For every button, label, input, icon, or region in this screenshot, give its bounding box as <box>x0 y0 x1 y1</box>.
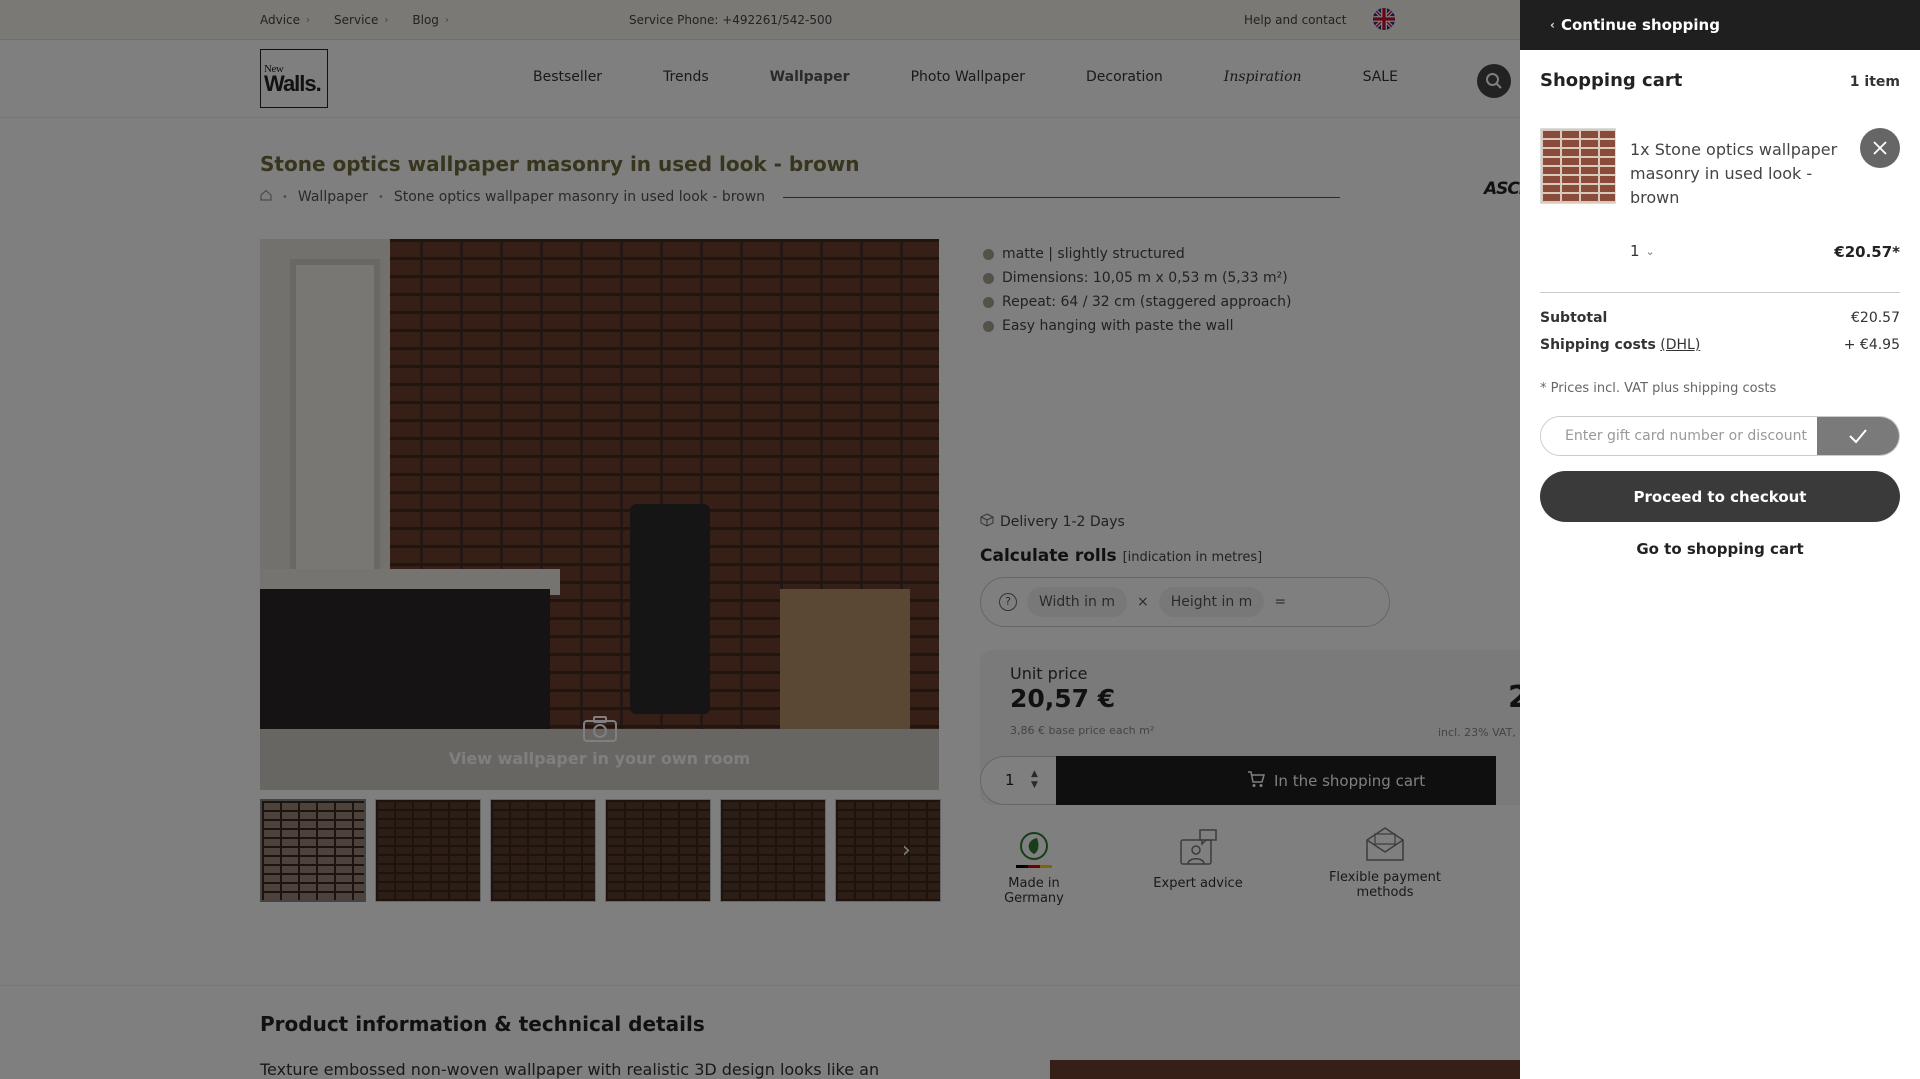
continue-shopping-button[interactable]: ‹ Continue shopping <box>1520 0 1920 50</box>
cart-title: Shopping cart <box>1540 70 1683 91</box>
item-quantity-select[interactable]: 1 ⌄ <box>1630 242 1655 260</box>
cart-drawer: ‹ Continue shopping Shopping cart 1 item… <box>1520 0 1920 1079</box>
subtotal-label: Subtotal <box>1540 310 1608 326</box>
shipping-value: + €4.95 <box>1843 337 1900 353</box>
shipping-row: Shipping costs (DHL) + €4.95 <box>1540 337 1900 353</box>
shipping-label: Shipping costs <box>1540 337 1656 353</box>
price-note: * Prices incl. VAT plus shipping costs <box>1540 381 1777 396</box>
cart-header: Shopping cart 1 item <box>1540 70 1900 91</box>
check-icon[interactable] <box>1817 417 1899 455</box>
item-name[interactable]: 1x Stone optics wallpaper masonry in use… <box>1630 138 1840 210</box>
cart-line-item: 1x Stone optics wallpaper masonry in use… <box>1540 128 1900 288</box>
cart-item-count: 1 item <box>1849 74 1900 90</box>
chevron-down-icon: ⌄ <box>1645 244 1655 258</box>
divider <box>1540 292 1900 293</box>
continue-shopping-label: Continue shopping <box>1560 16 1720 34</box>
chevron-left-icon: ‹ <box>1550 18 1555 32</box>
shipping-carrier-link[interactable]: (DHL) <box>1660 337 1700 353</box>
go-to-cart-link[interactable]: Go to shopping cart <box>1540 540 1900 558</box>
item-quantity-value: 1 <box>1630 242 1640 260</box>
subtotal-value: €20.57 <box>1851 310 1900 326</box>
voucher-form <box>1540 416 1900 456</box>
item-thumbnail[interactable] <box>1540 128 1616 204</box>
voucher-input[interactable] <box>1541 417 1817 455</box>
checkout-button[interactable]: Proceed to checkout <box>1540 471 1900 522</box>
close-icon[interactable] <box>1860 128 1900 168</box>
subtotal-row: Subtotal €20.57 <box>1540 310 1900 326</box>
item-price: €20.57* <box>1834 243 1900 261</box>
